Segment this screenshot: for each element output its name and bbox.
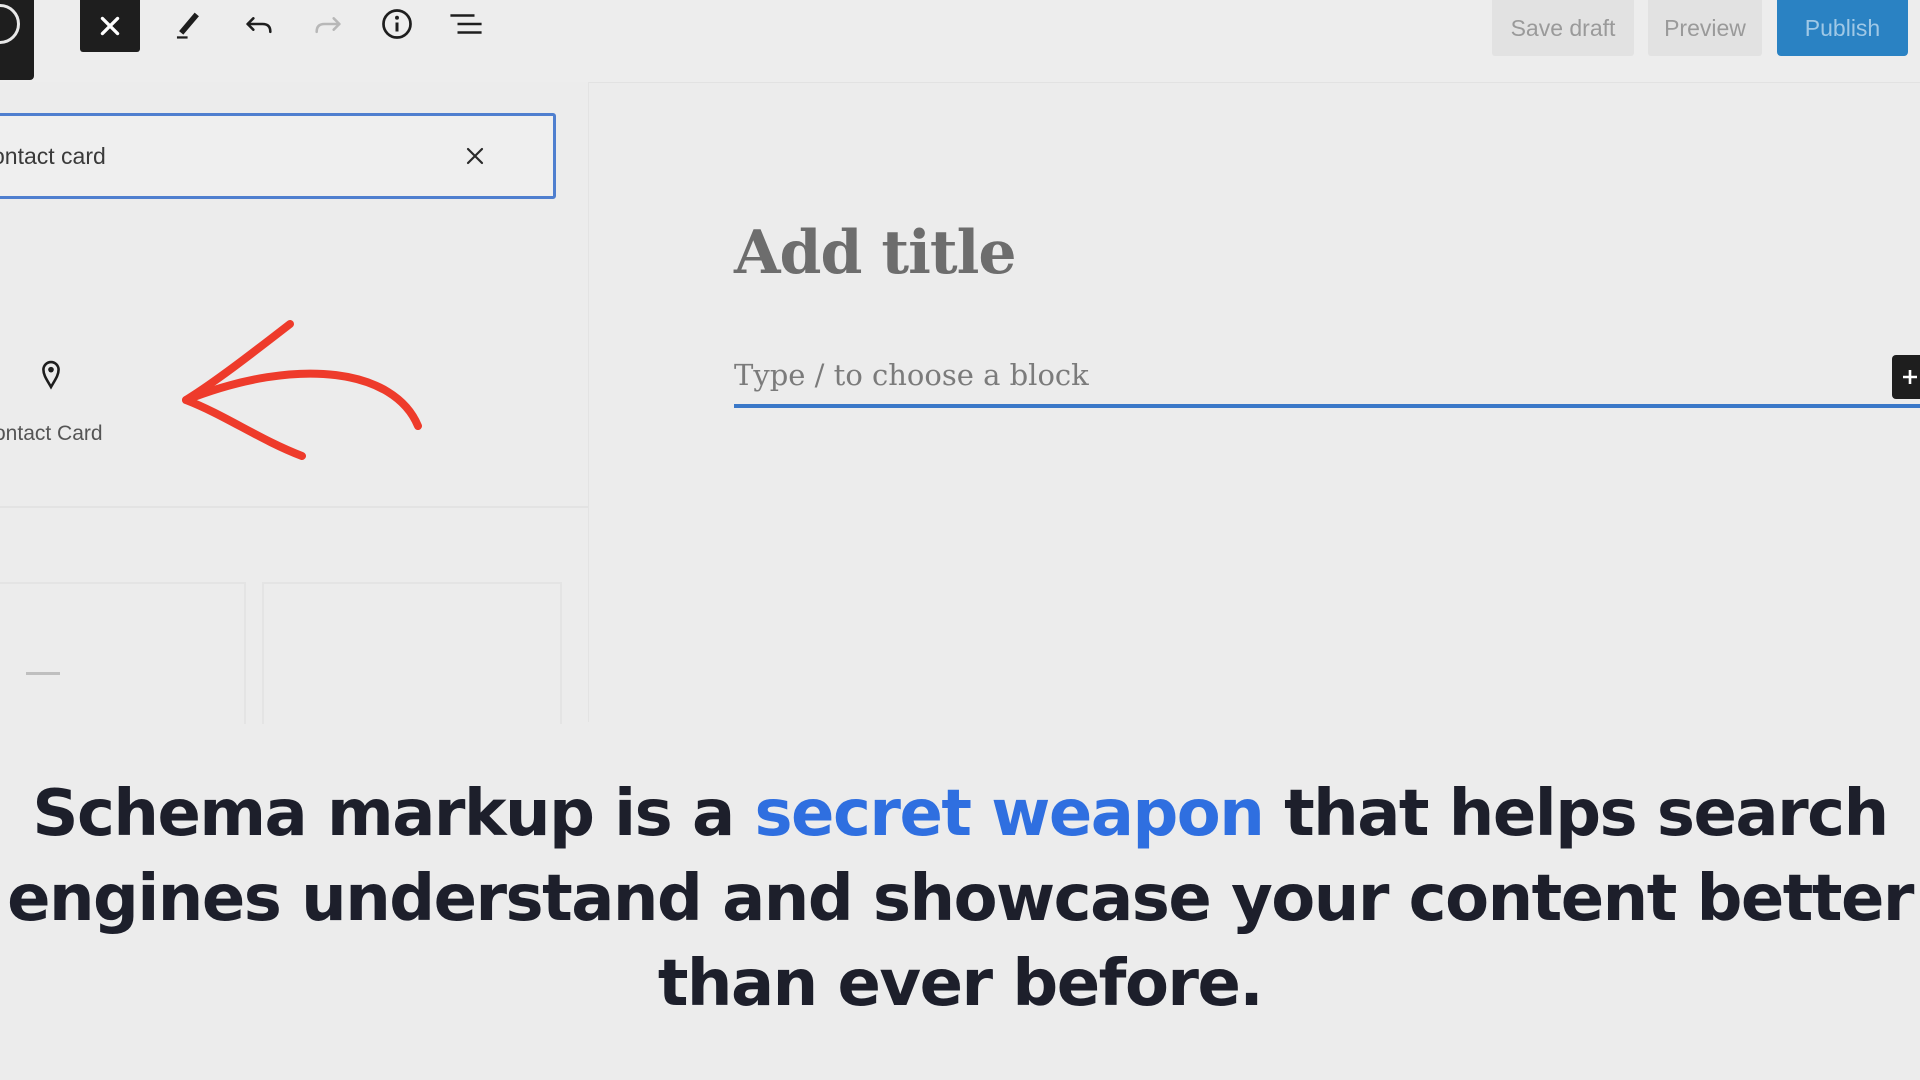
panel-divider xyxy=(0,506,588,508)
close-inserter-button[interactable] xyxy=(80,0,140,52)
post-title-placeholder[interactable]: Add title xyxy=(734,218,1017,288)
block-tile[interactable] xyxy=(262,582,562,724)
undo-icon xyxy=(246,17,272,34)
info-icon xyxy=(382,9,412,39)
caption-highlight: secret weapon xyxy=(754,777,1264,851)
redo-button[interactable] xyxy=(303,0,353,48)
separator-block-icon xyxy=(26,672,60,675)
list-view-icon xyxy=(450,14,482,34)
map-pin-icon xyxy=(42,360,60,390)
preview-button[interactable]: Preview xyxy=(1648,0,1762,56)
close-icon xyxy=(100,16,120,36)
list-view-button[interactable] xyxy=(441,0,491,48)
add-block-button[interactable] xyxy=(1892,355,1920,399)
block-search-box xyxy=(0,113,556,199)
save-draft-button[interactable]: Save draft xyxy=(1492,0,1634,56)
caption-text: Schema markup is a xyxy=(32,777,755,851)
block-tile[interactable] xyxy=(0,582,246,724)
clear-search-button[interactable] xyxy=(457,138,493,174)
plus-icon xyxy=(1903,370,1917,384)
block-item-label: ontact Card xyxy=(0,422,103,445)
details-button[interactable] xyxy=(372,0,422,48)
annotation-arrow xyxy=(182,320,422,460)
wordpress-logo[interactable] xyxy=(0,0,34,80)
pencil-icon xyxy=(176,12,199,39)
undo-button[interactable] xyxy=(234,0,284,48)
tools-button[interactable] xyxy=(164,0,214,48)
publish-button[interactable]: Publish xyxy=(1777,0,1908,56)
focused-block-underline xyxy=(734,404,1920,408)
redo-icon xyxy=(315,17,341,34)
block-search-input[interactable] xyxy=(0,116,439,196)
close-icon xyxy=(466,147,484,165)
video-caption: Schema markup is a secret weapon that he… xyxy=(0,772,1920,1027)
editor-toolbar: Save draft Preview Publish xyxy=(0,0,1920,83)
block-appender-placeholder[interactable]: Type / to choose a block xyxy=(734,358,1089,392)
